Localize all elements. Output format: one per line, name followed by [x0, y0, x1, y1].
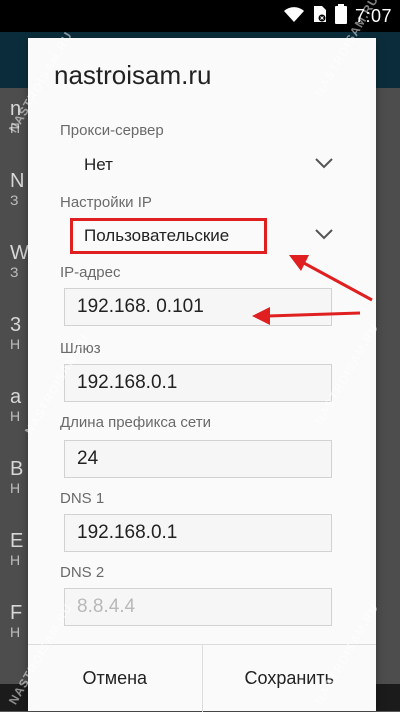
arrow-to-ip-settings [289, 255, 373, 302]
arrow-to-ip-address [252, 307, 361, 325]
